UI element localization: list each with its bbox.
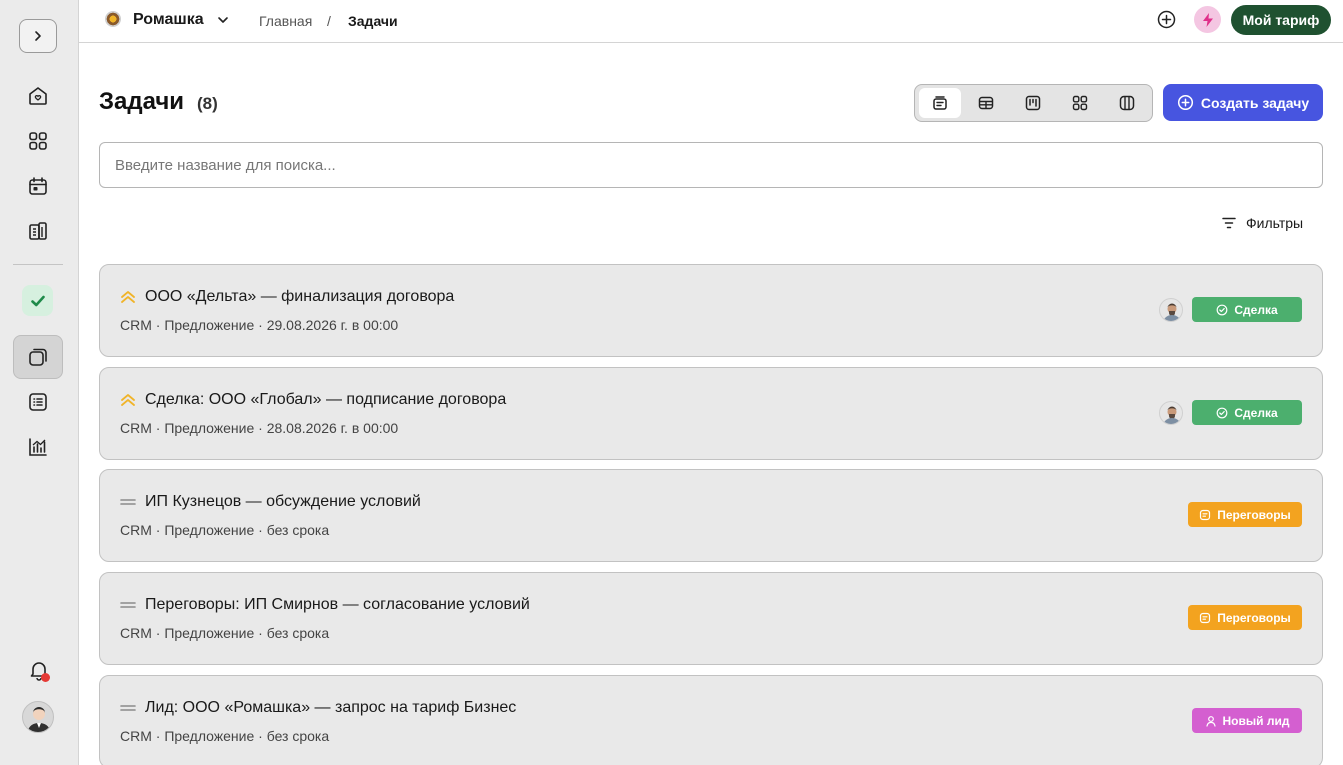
check-icon — [30, 295, 45, 306]
task-title[interactable]: Переговоры: ИП Смирнов — согласование ус… — [145, 596, 530, 614]
analytics-icon — [29, 438, 47, 456]
task-title[interactable]: ООО «Дельта» — финализация договора — [145, 288, 454, 306]
task-meta: CRM · Предложение · без срока — [120, 728, 330, 744]
kanban-view-icon — [1025, 95, 1041, 111]
task-card[interactable]: ООО «Дельта» — финализация договора CRM … — [99, 264, 1323, 357]
status-label: Переговоры — [1217, 507, 1291, 522]
status-badge[interactable]: Сделка — [1192, 400, 1302, 425]
priority-high-icon — [121, 394, 135, 406]
chevron-right-icon — [35, 31, 41, 41]
task-meta: CRM · Предложение · без срока — [120, 625, 330, 641]
plus-circle-icon — [1177, 94, 1193, 111]
nav-tasks-done[interactable] — [22, 285, 53, 316]
cards-view-icon — [933, 96, 947, 110]
nav-apps[interactable] — [24, 127, 52, 155]
breadcrumb-home[interactable]: Главная — [259, 13, 312, 29]
task-title[interactable]: Сделка: ООО «Глобал» — подписание догово… — [145, 391, 506, 409]
view-grid-button[interactable] — [1059, 88, 1101, 118]
create-task-button[interactable]: Создать задачу — [1163, 84, 1323, 121]
nav-analytics[interactable] — [24, 433, 52, 461]
my-plan-button[interactable]: Мой тариф — [1231, 5, 1331, 35]
assignee-avatar[interactable] — [1159, 401, 1183, 425]
building-icon — [29, 222, 47, 240]
table-view-icon — [978, 96, 994, 110]
workspace-logo — [105, 11, 121, 27]
status-badge[interactable]: Сделка — [1192, 297, 1302, 322]
calendar-icon — [29, 177, 47, 195]
task-meta: CRM · Предложение · 29.08.2026 г. в 00:0… — [120, 317, 399, 333]
priority-medium-icon — [120, 705, 136, 711]
add-circle-icon[interactable] — [1156, 9, 1177, 30]
document-icon — [1200, 612, 1211, 623]
task-title[interactable]: ИП Кузнецов — обсуждение условий — [145, 493, 421, 511]
notifications-button[interactable] — [25, 656, 53, 684]
notification-dot — [41, 673, 50, 682]
breadcrumb-current: Задачи — [348, 13, 398, 29]
nav-home[interactable] — [24, 82, 52, 110]
view-table-button[interactable] — [965, 88, 1007, 118]
view-columns-button[interactable] — [1106, 88, 1148, 118]
task-meta: CRM · Предложение · 28.08.2026 г. в 00:0… — [120, 420, 399, 436]
upgrade-button[interactable] — [1194, 6, 1221, 33]
status-label: Сделка — [1234, 405, 1278, 420]
home-icon — [29, 87, 47, 105]
sidebar — [0, 0, 79, 765]
topbar: Ромашка Главная / Задачи Мой тариф — [79, 0, 1343, 43]
view-kanban-button[interactable] — [1012, 88, 1054, 118]
filters-label: Фильтры — [1246, 215, 1304, 231]
task-title[interactable]: Лид: ООО «Ромашка» — запрос на тариф Биз… — [145, 699, 516, 717]
avatar — [27, 707, 51, 732]
grid-view-icon — [1072, 95, 1088, 111]
status-badge[interactable]: Новый лид — [1192, 708, 1302, 733]
task-count: (8) — [197, 94, 218, 113]
sidebar-toggle-button[interactable] — [19, 19, 57, 53]
status-badge[interactable]: Переговоры — [1188, 605, 1302, 630]
view-mode-switcher — [914, 84, 1153, 122]
avatar — [1163, 406, 1181, 424]
status-badge[interactable]: Переговоры — [1188, 502, 1302, 527]
filters-button[interactable]: Фильтры — [1221, 213, 1303, 233]
check-circle-icon — [1216, 407, 1228, 418]
priority-medium-icon — [120, 499, 136, 505]
avatar — [1163, 303, 1181, 321]
task-meta: CRM · Предложение · без срока — [120, 522, 330, 538]
workspace-name[interactable]: Ромашка — [133, 11, 204, 29]
status-label: Переговоры — [1217, 610, 1291, 625]
task-card[interactable]: Переговоры: ИП Смирнов — согласование ус… — [99, 572, 1323, 665]
create-task-label: Создать задачу — [1200, 94, 1310, 111]
priority-high-icon — [121, 291, 135, 303]
chevron-down-icon[interactable] — [216, 13, 230, 27]
task-card[interactable]: Лид: ООО «Ромашка» — запрос на тариф Биз… — [99, 675, 1323, 765]
notes-icon — [29, 348, 47, 366]
breadcrumb-separator: / — [327, 13, 331, 29]
status-label: Новый лид — [1222, 713, 1290, 728]
lightning-icon — [1202, 12, 1213, 27]
nav-calendar[interactable] — [24, 172, 52, 200]
user-avatar[interactable] — [22, 701, 54, 733]
sidebar-divider — [13, 264, 63, 265]
check-circle-icon — [1216, 304, 1228, 315]
assignee-avatar[interactable] — [1159, 298, 1183, 322]
task-card[interactable]: ИП Кузнецов — обсуждение условий CRM · П… — [99, 469, 1323, 562]
filter-icon — [1222, 217, 1236, 229]
priority-medium-icon — [120, 602, 136, 608]
nav-companies[interactable] — [24, 217, 52, 245]
user-icon — [1205, 715, 1216, 727]
nav-notes[interactable] — [13, 335, 63, 379]
columns-view-icon — [1119, 95, 1135, 111]
document-icon — [1200, 509, 1211, 520]
page-title: Задачи — [99, 88, 185, 115]
grid-icon — [29, 132, 47, 150]
task-card[interactable]: Сделка: ООО «Глобал» — подписание догово… — [99, 367, 1323, 460]
nav-list[interactable] — [24, 388, 52, 416]
search-input[interactable] — [99, 142, 1323, 188]
view-cards-button[interactable] — [919, 88, 961, 118]
status-label: Сделка — [1234, 302, 1278, 317]
list-icon — [29, 393, 47, 411]
